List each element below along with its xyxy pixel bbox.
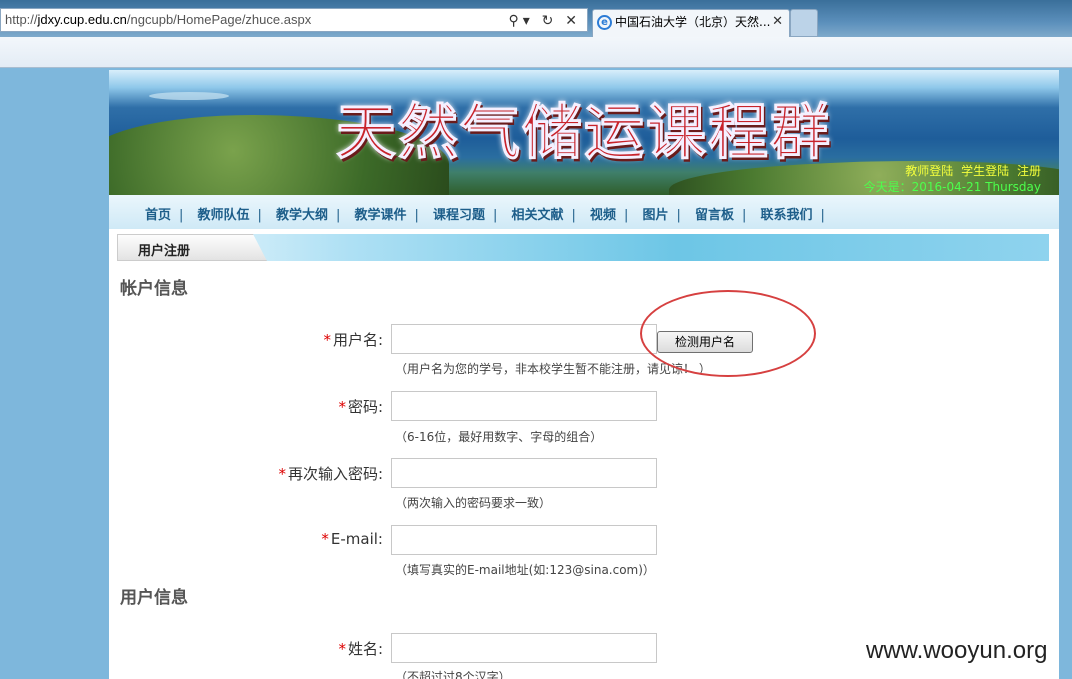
section-tab: 用户注册 <box>117 234 267 261</box>
password-confirm-hint: （两次输入的密码要求一致） <box>395 496 552 510</box>
main-nav: 首页 | 教师队伍 | 教学大纲 | 教学课件 | 课程习题 | 相关文献 | 视频 | 图片… <box>109 195 1059 229</box>
browser-command-bar <box>0 37 1072 68</box>
ie-icon: e <box>597 15 612 30</box>
nav-item-literature[interactable]: 相关文献 | <box>512 204 585 223</box>
account-info-heading: 帐户信息 <box>120 279 188 299</box>
current-date: 今天是：2016-04-21 Thursday <box>863 180 1041 194</box>
register-link[interactable]: 注册 <box>1017 164 1041 178</box>
banner-islet <box>149 92 229 100</box>
nav-item-home[interactable]: 首页 | <box>145 204 192 223</box>
address-path: /ngcupb/HomePage/zhuce.aspx <box>126 12 312 27</box>
site-banner: 天然气储运课程群 教师登陆 学生登陆 注册 今天是：2016-04-21 Thu… <box>109 70 1059 195</box>
nav-item-images[interactable]: 图片 | <box>643 204 690 223</box>
address-host: jdxy.cup.edu.cn <box>37 12 127 27</box>
browser-titlebar: http://jdxy.cup.edu.cn/ngcupb/HomePage/z… <box>0 0 1072 37</box>
section-title: 用户注册 <box>138 244 191 259</box>
new-tab-button[interactable] <box>790 9 818 37</box>
name-label: * 姓名: <box>338 640 383 658</box>
section-header: 用户注册 <box>117 234 1049 261</box>
nav-item-syllabus[interactable]: 教学大纲 | <box>276 204 349 223</box>
name-hint: （不超过过8个汉字） <box>395 670 511 679</box>
nav-item-courseware[interactable]: 教学课件 | <box>355 204 428 223</box>
teacher-login-link[interactable]: 教师登陆 <box>905 164 953 178</box>
student-login-link[interactable]: 学生登陆 <box>961 164 1009 178</box>
nav-item-guestbook[interactable]: 留言板 | <box>695 204 755 223</box>
watermark: www.wooyun.org <box>866 637 1048 664</box>
password-confirm-input[interactable] <box>391 458 657 488</box>
browser-tab[interactable]: e 中国石油大学（北京）天然... ✕ <box>592 9 790 37</box>
address-bar[interactable]: http://jdxy.cup.edu.cn/ngcupb/HomePage/z… <box>0 8 588 32</box>
page-container: 天然气储运课程群 教师登陆 学生登陆 注册 今天是：2016-04-21 Thu… <box>109 70 1059 679</box>
annotation-circle <box>640 290 816 377</box>
address-actions-icon[interactable]: ⚲▾ ↻ ✕ <box>508 9 581 31</box>
name-input[interactable] <box>391 633 657 663</box>
username-label: * 用户名: <box>323 331 383 349</box>
page-viewport: 天然气储运课程群 教师登陆 学生登陆 注册 今天是：2016-04-21 Thu… <box>0 68 1072 679</box>
email-hint: （填写真实的E-mail地址(如:123@sina.com)） <box>395 563 655 577</box>
user-info-heading: 用户信息 <box>120 588 188 608</box>
login-links: 教师登陆 学生登陆 注册 <box>901 162 1041 179</box>
address-prefix: http:// <box>5 12 38 27</box>
close-tab-icon[interactable]: ✕ <box>772 10 783 34</box>
nav-item-video[interactable]: 视频 | <box>590 204 637 223</box>
nav-item-contact[interactable]: 联系我们 | <box>761 204 834 223</box>
username-input[interactable] <box>391 324 657 354</box>
nav-item-faculty[interactable]: 教师队伍 | <box>198 204 271 223</box>
site-title: 天然气储运课程群 <box>336 98 832 169</box>
password-confirm-label: * 再次输入密码: <box>278 465 383 483</box>
email-input[interactable] <box>391 525 657 555</box>
password-label: * 密码: <box>338 398 383 416</box>
password-input[interactable] <box>391 391 657 421</box>
password-hint: （6-16位，最好用数字、字母的组合） <box>395 430 603 444</box>
email-label: * E-mail: <box>321 530 383 548</box>
tab-title: 中国石油大学（北京）天然... <box>615 15 771 29</box>
nav-item-exercises[interactable]: 课程习题 | <box>433 204 506 223</box>
